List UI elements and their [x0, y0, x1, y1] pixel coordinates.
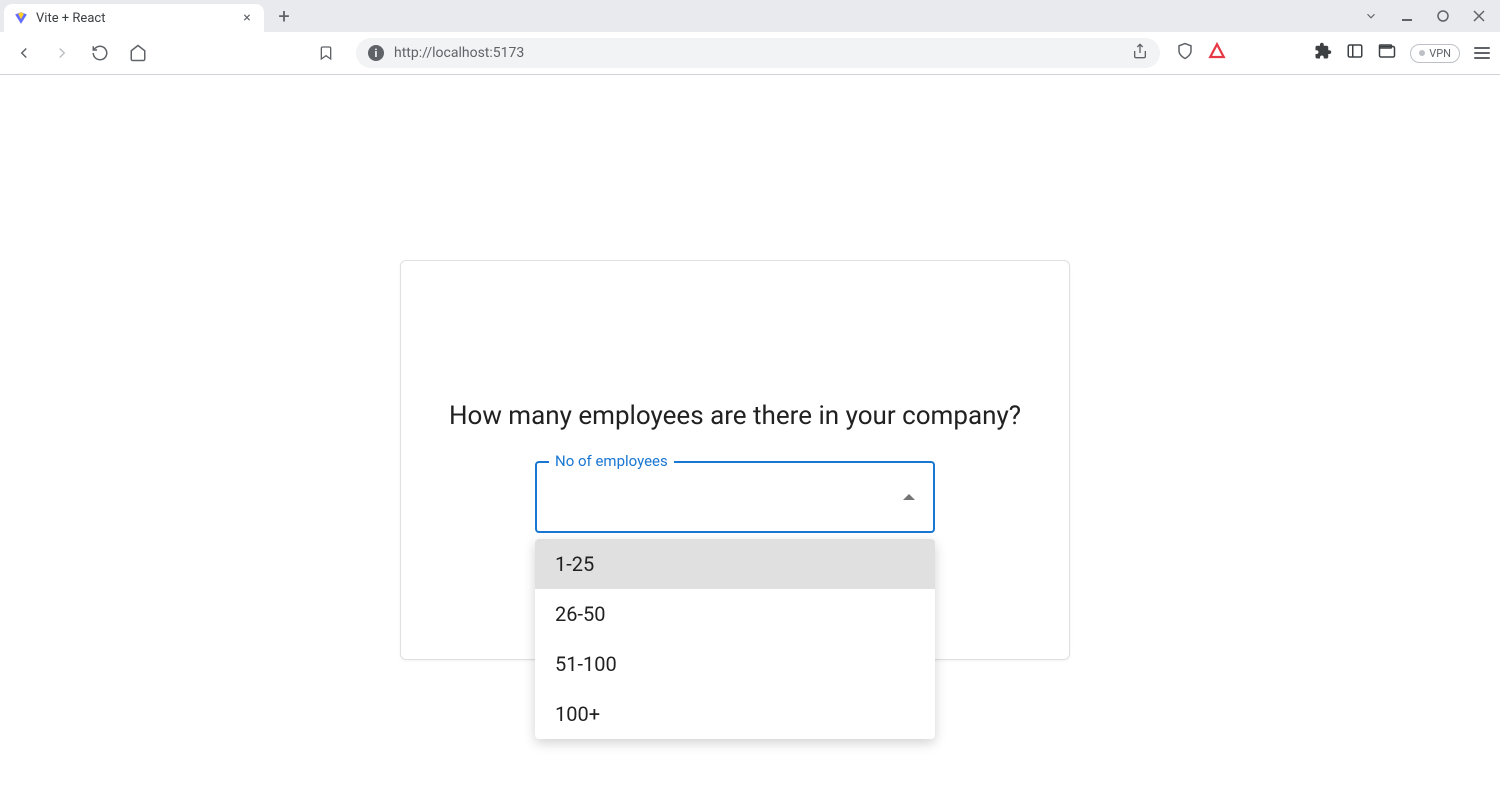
reload-button[interactable]	[86, 39, 114, 67]
dropdown-option[interactable]: 100+	[535, 689, 935, 739]
vpn-label: VPN	[1429, 47, 1451, 60]
vpn-badge[interactable]: VPN	[1410, 44, 1460, 63]
forward-button[interactable]	[48, 39, 76, 67]
form-card: How many employees are there in your com…	[400, 260, 1070, 660]
extensions-icon[interactable]	[1314, 42, 1332, 64]
wallet-icon[interactable]	[1378, 42, 1396, 64]
dropdown-option[interactable]: 51-100	[535, 639, 935, 689]
caret-up-icon	[903, 494, 915, 500]
dropdown-option[interactable]: 1-25	[535, 539, 935, 589]
toolbar-right: VPN	[1176, 42, 1490, 64]
select-label: No of employees	[549, 452, 674, 470]
browser-chrome: Vite + React × +	[0, 0, 1500, 75]
close-window-button[interactable]	[1464, 2, 1494, 30]
shield-icon[interactable]	[1176, 42, 1194, 64]
url-bar[interactable]: i http://localhost:5173	[356, 38, 1160, 68]
close-tab-icon[interactable]: ×	[240, 11, 254, 25]
tab-title: Vite + React	[36, 11, 232, 26]
new-tab-button[interactable]: +	[270, 2, 298, 30]
brave-rewards-icon[interactable]	[1208, 42, 1226, 64]
sidebar-toggle-icon[interactable]	[1346, 42, 1364, 64]
select-wrapper: No of employees 1-25 26-50 51-100 100+	[535, 461, 935, 533]
browser-toolbar: i http://localhost:5173	[0, 32, 1500, 74]
url-text: http://localhost:5173	[394, 45, 1122, 61]
bookmark-button[interactable]	[312, 39, 340, 67]
vite-favicon-icon	[14, 11, 28, 25]
dropdown-menu: 1-25 26-50 51-100 100+	[535, 539, 935, 739]
question-heading: How many employees are there in your com…	[401, 401, 1069, 431]
employee-count-select[interactable]: No of employees	[535, 461, 935, 533]
minimize-window-button[interactable]	[1392, 2, 1422, 30]
window-controls	[1356, 2, 1500, 30]
tab-bar: Vite + React × +	[0, 0, 1500, 32]
page-content: How many employees are there in your com…	[0, 75, 1500, 801]
dropdown-option[interactable]: 26-50	[535, 589, 935, 639]
back-button[interactable]	[10, 39, 38, 67]
vpn-status-dot	[1419, 50, 1425, 56]
share-icon[interactable]	[1132, 43, 1148, 63]
menu-button[interactable]	[1474, 47, 1490, 59]
maximize-window-button[interactable]	[1428, 2, 1458, 30]
site-info-icon[interactable]: i	[368, 45, 384, 61]
home-button[interactable]	[124, 39, 152, 67]
browser-tab[interactable]: Vite + React ×	[4, 4, 264, 32]
chevron-down-icon[interactable]	[1356, 2, 1386, 30]
